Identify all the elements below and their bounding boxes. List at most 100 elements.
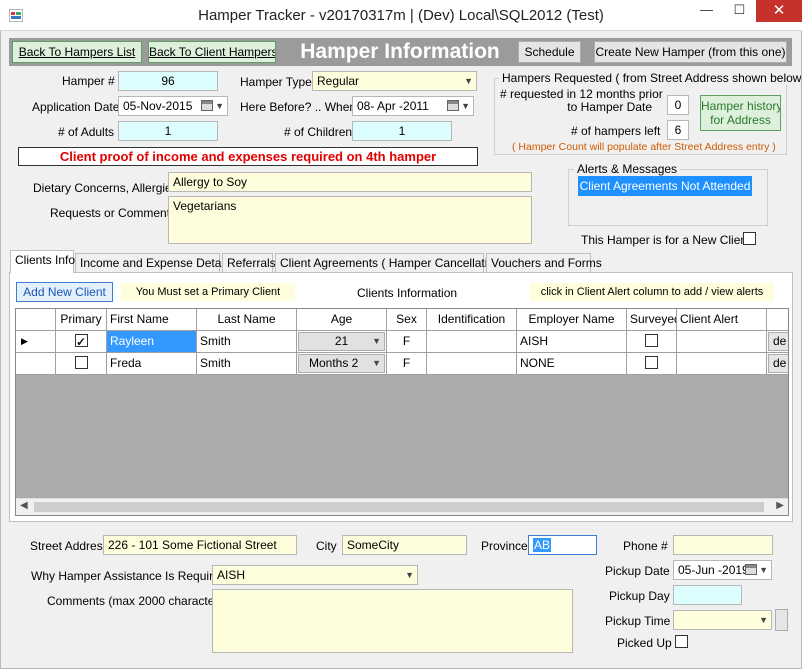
primary-checkbox-rayleen[interactable] [75,332,88,352]
chevron-down-icon: ▼ [759,565,768,575]
surveyed-cell[interactable] [627,331,677,353]
application-date-label: Application Date [32,100,120,114]
col-header-surveyed[interactable]: Surveyed [627,309,677,331]
here-before-date-picker[interactable]: 08- Apr -2011 ▼ [352,96,474,116]
employer-cell[interactable]: AISH [517,331,627,353]
last-name-cell[interactable]: Smith [197,331,297,353]
phone-field[interactable] [673,535,773,555]
chevron-down-icon: ▼ [464,76,473,86]
application-date-picker[interactable]: 05-Nov-2015 ▼ [118,96,228,116]
scroll-left-icon[interactable]: ◀ [20,500,28,511]
children-label: # of Children [284,125,353,139]
province-value: AB [533,538,552,552]
page-title: Hamper Information [300,40,500,63]
pickup-time-select[interactable]: ▼ [673,610,772,630]
chevron-down-icon: ▼ [461,101,470,111]
comments-field[interactable] [212,589,573,653]
hamper-number-field[interactable]: 96 [118,71,218,91]
col-header-primary[interactable]: Primary [56,309,107,331]
action-cell[interactable]: de [767,353,788,375]
phone-label: Phone # [623,539,668,553]
col-header-sex[interactable]: Sex [387,309,427,331]
pickup-time-spin-button[interactable] [775,609,788,631]
pickup-day-label: Pickup Day [609,589,670,603]
tab-clients-info[interactable]: Clients Info [10,250,75,273]
sex-cell[interactable]: F [387,353,427,375]
schedule-button[interactable]: Schedule [518,41,581,63]
new-client-checkbox[interactable] [743,232,756,245]
city-field[interactable]: SomeCity [342,535,467,555]
picked-up-checkbox[interactable] [675,635,688,648]
col-header-employer[interactable]: Employer Name [517,309,627,331]
adults-field[interactable]: 1 [118,121,218,141]
picked-up-label: Picked Up [617,636,672,650]
back-to-hampers-button[interactable]: Back To Hampers List [12,41,142,63]
identification-cell[interactable] [427,331,517,353]
chevron-down-icon: ▼ [372,336,381,346]
primary-cell[interactable] [56,331,107,353]
sex-cell[interactable]: F [387,331,427,353]
grid-horizontal-scrollbar[interactable]: ◀ ▶ [16,498,788,515]
pickup-date-label: Pickup Date [605,564,670,578]
client-alert-cell[interactable] [677,353,767,375]
tab-client-agreements[interactable]: Client Agreements ( Hamper Cancellation … [275,253,508,272]
scroll-right-icon[interactable]: ▶ [776,500,784,511]
row-header-1[interactable]: ▶ [16,331,56,353]
close-button[interactable]: ✕ [756,0,802,22]
client-alert-cell[interactable] [677,331,767,353]
add-new-client-button[interactable]: Add New Client [16,282,113,302]
hamper-history-label-1: Hamper history [701,99,781,113]
delete-client-button[interactable]: de [768,354,788,373]
age-select[interactable]: Months 2 ▼ [298,354,385,373]
children-field[interactable]: 1 [352,121,452,141]
surveyed-checkbox-freda[interactable] [645,356,658,369]
first-name-cell[interactable]: Rayleen [107,331,197,353]
minimize-button[interactable]: — [690,0,723,22]
requested-prior-field[interactable]: 0 [667,95,689,115]
action-cell[interactable]: de [767,331,788,353]
primary-checkbox-freda[interactable] [75,356,88,369]
age-value: 21 [334,334,349,348]
col-header-identification[interactable]: Identification [427,309,517,331]
age-select[interactable]: 21 ▼ [298,332,385,351]
requests-field[interactable]: Vegetarians [168,196,532,244]
age-cell[interactable]: 21 ▼ [297,331,387,353]
tab-referrals[interactable]: Referrals [222,253,276,272]
pickup-date-picker[interactable]: 05-Jun -2019 ▼ [673,560,772,580]
col-header-last-name[interactable]: Last Name [197,309,297,331]
delete-client-button[interactable]: de [768,332,788,351]
row-header-2[interactable] [16,353,56,375]
surveyed-checkbox-rayleen[interactable] [645,334,658,347]
create-new-hamper-button[interactable]: Create New Hamper (from this one) [594,41,787,63]
why-assistance-select[interactable]: AISH ▼ [212,565,418,585]
surveyed-cell[interactable] [627,353,677,375]
dietary-field[interactable]: Allergy to Soy [168,172,532,192]
tab-income-expense[interactable]: Income and Expense Details [75,253,233,272]
first-name-cell[interactable]: Freda [107,353,197,375]
maximize-button[interactable]: ☐ [723,0,756,22]
street-address-field[interactable]: 226 - 101 Some Fictional Street [103,535,297,555]
hamper-type-select[interactable]: Regular ▼ [312,71,477,91]
col-header-first-name[interactable]: First Name [107,309,197,331]
client-alert-note: click in Client Alert column to add / vi… [530,283,774,301]
primary-cell[interactable] [56,353,107,375]
hamper-type-label: Hamper Type [240,75,312,89]
alert-item[interactable]: Client Agreements Not Attended [578,176,752,196]
identification-cell[interactable] [427,353,517,375]
tab-vouchers-forms[interactable]: Vouchers and Forms [486,253,602,272]
hampers-left-field[interactable]: 6 [667,120,689,140]
employer-cell[interactable]: NONE [517,353,627,375]
scrollbar-thumb[interactable] [34,502,764,512]
clients-information-title: Clients Information [357,286,458,300]
col-header-age[interactable]: Age [297,309,387,331]
pickup-day-field[interactable] [673,585,742,605]
street-address-label: Street Address [30,539,109,553]
col-header-client-alert[interactable]: Client Alert [677,309,767,331]
calendar-icon [745,564,757,575]
requested-prior-label-1: # requested in 12 months prior [500,87,663,101]
province-field[interactable]: AB [528,535,597,555]
last-name-cell[interactable]: Smith [197,353,297,375]
hamper-history-button[interactable]: Hamper history for Address [700,95,781,131]
age-cell[interactable]: Months 2 ▼ [297,353,387,375]
pickup-date-value: 05-Jun -2019 [678,563,749,577]
